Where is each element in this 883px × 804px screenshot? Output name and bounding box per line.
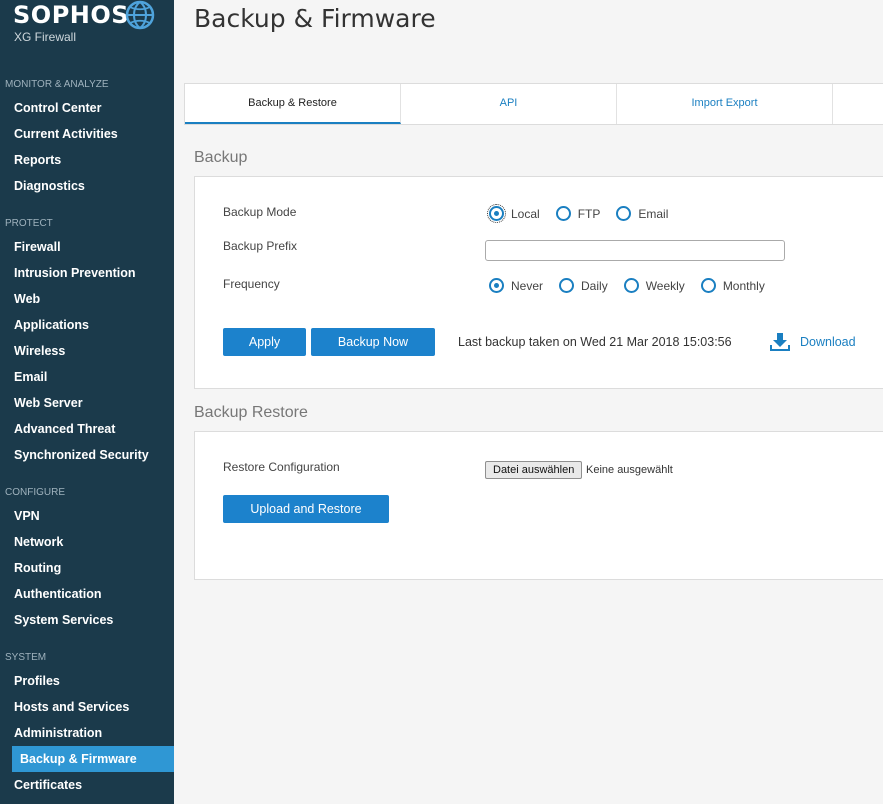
- backup-now-button[interactable]: Backup Now: [311, 328, 435, 356]
- page-title: Backup & Firmware: [194, 4, 436, 33]
- sidebar-item-network[interactable]: Network: [0, 529, 174, 555]
- sidebar-item-vpn[interactable]: VPN: [0, 503, 174, 529]
- brand-name: SOPHOS: [13, 1, 130, 29]
- backup-prefix-label: Backup Prefix: [223, 239, 298, 253]
- download-label: Download: [800, 335, 856, 349]
- upload-restore-button[interactable]: Upload and Restore: [223, 495, 389, 523]
- radio-local[interactable]: Local: [487, 204, 540, 223]
- frequency-group: Never Daily Weekly Monthly: [489, 278, 781, 293]
- sidebar-item-applications[interactable]: Applications: [0, 312, 174, 338]
- radio-email-circle[interactable]: [616, 206, 632, 221]
- sidebar-item-administration[interactable]: Administration: [0, 720, 174, 746]
- backup-panel: Backup Mode Local FTP Email Backup Prefi…: [194, 176, 883, 389]
- radio-weekly-circle[interactable]: [623, 278, 639, 293]
- globe-icon: [125, 0, 155, 30]
- last-backup-text: Last backup taken on Wed 21 Mar 2018 15:…: [458, 335, 732, 349]
- sidebar-item-profiles[interactable]: Profiles: [0, 668, 174, 694]
- sidebar-item-system-services[interactable]: System Services: [0, 607, 174, 633]
- product-name: XG Firewall: [14, 30, 77, 44]
- radio-never[interactable]: Never: [489, 278, 543, 293]
- logo[interactable]: SOPHOS XG Firewall: [0, 0, 174, 72]
- backup-restore-heading: Backup Restore: [194, 404, 308, 421]
- backup-prefix-input[interactable]: [485, 240, 785, 261]
- sidebar-item-reports[interactable]: Reports: [0, 147, 174, 173]
- download-icon: [770, 333, 790, 351]
- tab-import-export[interactable]: Import Export: [617, 84, 833, 124]
- backup-heading: Backup: [194, 149, 248, 166]
- tab-backup-restore[interactable]: Backup & Restore: [185, 84, 401, 124]
- frequency-label: Frequency: [223, 277, 280, 291]
- sidebar-item-wireless[interactable]: Wireless: [0, 338, 174, 364]
- radio-weekly[interactable]: Weekly: [623, 278, 685, 293]
- file-status: Keine ausgewählt: [586, 464, 673, 476]
- backup-mode-group: Local FTP Email: [487, 204, 684, 223]
- nav-section-title: MONITOR & ANALYZE: [5, 79, 109, 90]
- radio-monthly[interactable]: Monthly: [700, 278, 765, 293]
- radio-ftp[interactable]: FTP: [555, 206, 600, 221]
- sidebar-item-certificates[interactable]: Certificates: [0, 772, 174, 798]
- restore-config-label: Restore Configuration: [223, 460, 340, 474]
- sidebar-item-backup-firmware[interactable]: Backup & Firmware: [12, 746, 180, 772]
- tab-bar: Backup & Restore API Import Export: [184, 83, 883, 125]
- sidebar-item-web-server[interactable]: Web Server: [0, 390, 174, 416]
- sidebar-item-advanced-threat[interactable]: Advanced Threat: [0, 416, 174, 442]
- download-link[interactable]: Download: [770, 333, 856, 351]
- choose-file-button[interactable]: Datei auswählen: [485, 461, 583, 479]
- sidebar: SOPHOS XG Firewall MONITOR & ANALYZE Cont…: [0, 0, 180, 804]
- nav-section-title: CONFIGURE: [5, 487, 65, 498]
- sidebar-item-control-center[interactable]: Control Center: [0, 95, 174, 121]
- sidebar-item-intrusion-prevention[interactable]: Intrusion Prevention: [0, 260, 174, 286]
- sidebar-item-firewall[interactable]: Firewall: [0, 234, 174, 260]
- sidebar-item-diagnostics[interactable]: Diagnostics: [0, 173, 174, 199]
- nav-section-title: SYSTEM: [5, 652, 47, 663]
- main-content: Backup & Firmware Backup & Restore API I…: [174, 0, 883, 804]
- nav-section-title: PROTECT: [5, 218, 53, 229]
- radio-daily[interactable]: Daily: [559, 278, 608, 293]
- radio-never-circle[interactable]: [489, 278, 504, 293]
- restore-panel: Restore Configuration Datei auswählen Ke…: [194, 431, 883, 580]
- sidebar-item-authentication[interactable]: Authentication: [0, 581, 174, 607]
- sidebar-item-current-activities[interactable]: Current Activities: [0, 121, 174, 147]
- sidebar-item-email[interactable]: Email: [0, 364, 174, 390]
- radio-local-circle[interactable]: [487, 204, 506, 223]
- radio-email[interactable]: Email: [616, 206, 668, 221]
- radio-monthly-circle[interactable]: [700, 278, 716, 293]
- sidebar-item-synchronized-security[interactable]: Synchronized Security: [0, 442, 174, 468]
- sidebar-item-routing[interactable]: Routing: [0, 555, 174, 581]
- backup-mode-label: Backup Mode: [223, 205, 297, 219]
- radio-ftp-circle[interactable]: [555, 206, 571, 221]
- sidebar-item-web[interactable]: Web: [0, 286, 174, 312]
- tab-api[interactable]: API: [401, 84, 617, 124]
- radio-daily-circle[interactable]: [559, 278, 575, 293]
- apply-button[interactable]: Apply: [223, 328, 306, 356]
- sidebar-item-hosts-and-services[interactable]: Hosts and Services: [0, 694, 174, 720]
